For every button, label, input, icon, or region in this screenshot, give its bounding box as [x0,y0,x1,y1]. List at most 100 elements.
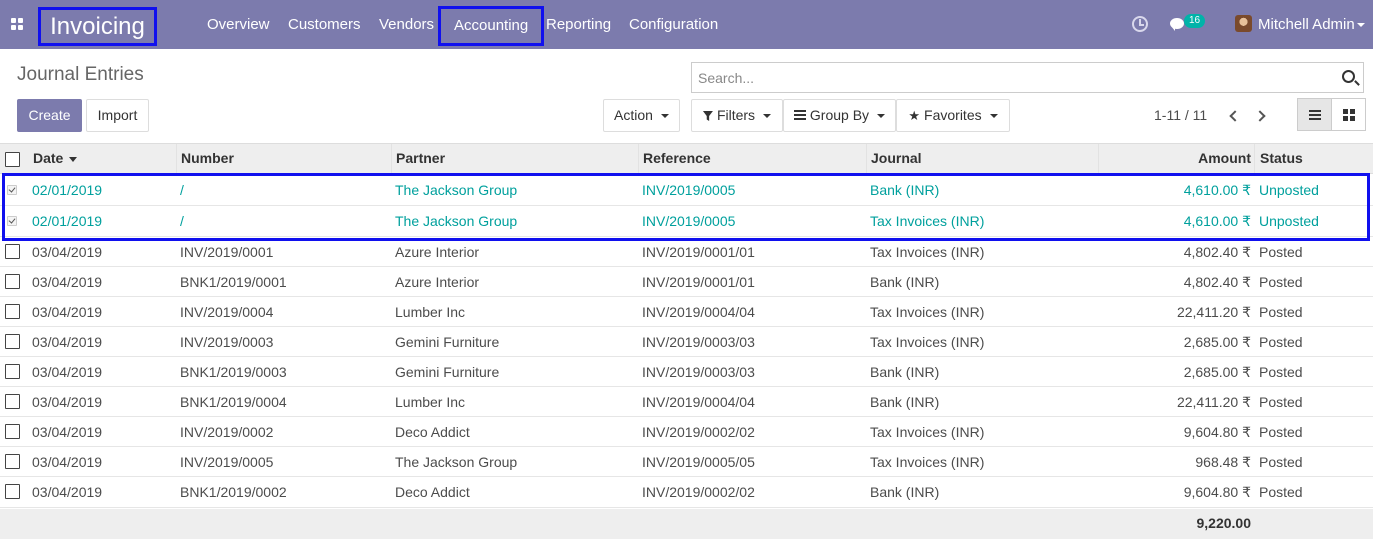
row-checkbox[interactable] [5,364,20,379]
row-checkbox[interactable] [5,484,20,499]
table-row[interactable]: 03/04/2019 BNK1/2019/0003 Gemini Furniture… [0,357,1373,387]
cell-journal: Tax Invoices (INR) [870,244,985,260]
top-navbar: Invoicing Overview Customers Vendors Acc… [0,0,1373,49]
cell-reference: INV/2019/0003/03 [642,334,755,350]
table-row[interactable]: 03/04/2019 INV/2019/0003 Gemini Furniture I… [0,327,1373,357]
cell-journal: Tax Invoices (INR) [870,454,985,470]
cell-amount: 2,685.00 ₹ [1183,364,1251,380]
column-date-label: Date [33,150,64,166]
table-row[interactable]: 03/04/2019 INV/2019/0002 Deco Addict INV/20… [0,417,1373,447]
row-checkbox[interactable] [5,334,20,349]
cell-number: BNK1/2019/0004 [180,394,287,410]
import-button[interactable]: Import [86,99,149,132]
messages-badge: 16 [1184,14,1206,28]
sort-down-icon [69,156,78,162]
list-view-button[interactable] [1297,98,1332,131]
search-icon[interactable] [1342,70,1355,83]
cell-journal: Tax Invoices (INR) [870,424,985,440]
user-menu-chevron-down-icon[interactable] [1357,23,1365,27]
page-title: Journal Entries [17,64,144,85]
menu-vendors[interactable]: Vendors [379,0,434,49]
activity-clock-icon[interactable] [1132,16,1148,32]
cell-amount: 4,610.00 ₹ [1183,213,1251,229]
table-row[interactable]: 03/04/2019 INV/2019/0004 Lumber Inc INV/201… [0,297,1373,327]
chevron-left-icon [1229,110,1241,122]
column-partner[interactable]: Partner [391,144,638,173]
user-menu[interactable]: Mitchell Admin [1258,0,1355,49]
cell-amount: 968.48 ₹ [1195,454,1251,470]
column-amount[interactable]: Amount [1098,144,1254,173]
cell-partner: The Jackson Group [395,454,518,470]
row-checkbox[interactable] [5,424,20,439]
table-row[interactable]: 03/04/2019 BNK1/2019/0002 Deco Addict INV/2… [0,477,1373,508]
column-status[interactable]: Status [1254,144,1373,173]
row-checkbox[interactable] [5,304,20,319]
cell-partner: Azure Interior [395,244,480,260]
app-name[interactable]: Invoicing [38,7,157,46]
favorites-dropdown[interactable]: ★ Favorites [896,99,1010,132]
star-icon: ★ [908,108,921,123]
column-reference[interactable]: Reference [638,144,866,173]
cell-number: BNK1/2019/0001 [180,274,287,290]
cell-date: 03/04/2019 [32,274,103,290]
cell-date: 03/04/2019 [32,394,103,410]
groupby-label: Group By [809,107,870,123]
cell-status: Posted [1259,394,1303,410]
cell-status: Posted [1259,484,1303,500]
column-date[interactable]: Date [33,144,78,173]
cell-date: 03/04/2019 [32,364,103,380]
messages-icon[interactable] [1170,18,1184,31]
groupby-dropdown[interactable]: Group By [783,99,896,132]
cell-journal: Bank (INR) [870,274,940,290]
filters-dropdown[interactable]: Filters [691,99,783,132]
pager-value[interactable]: 1-11 / 11 [1154,107,1207,123]
amount-total: 9,220.00 [1196,515,1252,531]
cell-status: Posted [1259,244,1303,260]
table-row[interactable]: 03/04/2019 INV/2019/0005 The Jackson Group… [0,447,1373,477]
table-footer: 9,220.00 [0,509,1373,539]
column-number[interactable]: Number [176,144,391,173]
cell-partner: Gemini Furniture [395,334,500,350]
table-row[interactable]: 03/04/2019 BNK1/2019/0004 Lumber Inc INV/20… [0,387,1373,417]
cell-journal: Tax Invoices (INR) [870,213,985,229]
menu-configuration[interactable]: Configuration [629,0,718,49]
cell-partner: The Jackson Group [395,182,518,198]
menu-customers[interactable]: Customers [288,0,361,49]
row-checkbox[interactable] [7,185,17,195]
pager-next-button[interactable] [1253,104,1273,128]
apps-menu-icon[interactable] [11,18,23,30]
menu-reporting[interactable]: Reporting [546,0,611,49]
menu-accounting[interactable]: Accounting [438,6,545,46]
cell-status: Unposted [1259,182,1319,198]
cell-reference: INV/2019/0005/05 [642,454,755,470]
cell-reference: INV/2019/0001/01 [642,244,755,260]
cell-number: INV/2019/0001 [180,244,274,260]
search-input[interactable] [692,63,1312,92]
row-checkbox[interactable] [5,454,20,469]
cell-journal: Tax Invoices (INR) [870,334,985,350]
table-row[interactable]: 03/04/2019 BNK1/2019/0001 Azure Interior IN… [0,267,1373,297]
cell-amount: 22,411.20 ₹ [1176,394,1251,410]
cell-amount: 9,604.80 ₹ [1183,424,1251,440]
select-all-checkbox[interactable] [5,152,20,167]
table-row[interactable]: 02/01/2019 / The Jackson Group INV/2019/000… [0,206,1373,237]
create-button[interactable]: Create [17,99,82,132]
row-checkbox[interactable] [7,216,17,226]
cell-status: Posted [1259,334,1303,350]
user-avatar[interactable] [1235,15,1252,32]
table-row[interactable]: 02/01/2019 / The Jackson Group INV/2019/000… [0,175,1373,206]
pager-previous-button[interactable] [1225,104,1245,128]
cell-status: Posted [1259,364,1303,380]
row-checkbox[interactable] [5,394,20,409]
action-dropdown[interactable]: Action [603,99,680,132]
row-checkbox[interactable] [5,274,20,289]
menu-overview[interactable]: Overview [207,0,270,49]
cell-reference: INV/2019/0002/02 [642,424,755,440]
cell-date: 02/01/2019 [32,182,103,198]
table-row[interactable]: 03/04/2019 INV/2019/0001 Azure Interior INV… [0,237,1373,267]
cell-amount: 4,802.40 ₹ [1183,244,1251,260]
column-journal[interactable]: Journal [866,144,1098,173]
row-checkbox[interactable] [5,244,20,259]
kanban-view-button[interactable] [1331,98,1366,131]
cell-partner: Deco Addict [395,484,470,500]
